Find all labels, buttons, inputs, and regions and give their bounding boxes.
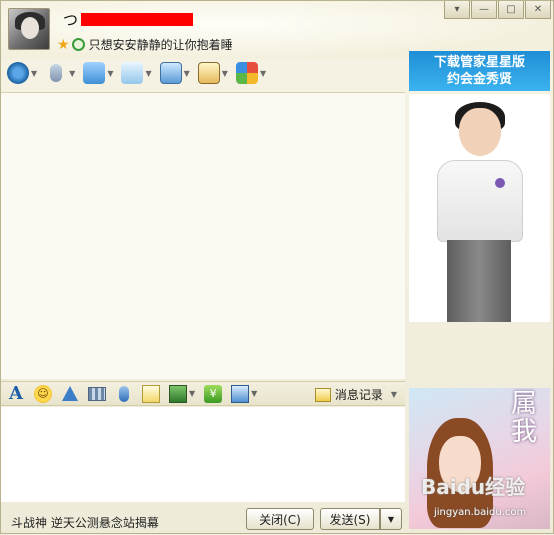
chevron-down-icon[interactable]: ▼ — [251, 389, 257, 398]
remote-assist-button[interactable]: ▼ — [159, 62, 190, 84]
close-window-button[interactable]: ✕ — [525, 1, 551, 19]
share-screen-icon — [197, 62, 220, 84]
input-toolbar: A ☺ ▼ ¥ ▼ 消息记录 ▼ — [1, 381, 405, 406]
screenshot-icon[interactable] — [231, 384, 250, 403]
close-button[interactable]: 关闭(C) — [246, 508, 314, 530]
scribble-icon[interactable] — [142, 384, 160, 403]
history-icon — [314, 387, 331, 402]
ad-line-1: 下载管家星星版 — [433, 55, 525, 70]
minimize-button[interactable]: — — [471, 1, 497, 19]
history-label: 消息记录 — [334, 388, 383, 402]
menu-dropdown-button[interactable]: ▾ — [444, 1, 470, 19]
top-ad-banner[interactable]: 下载管家星星版 约会金秀贤 — [409, 51, 550, 91]
font-icon[interactable]: A — [7, 383, 25, 404]
message-bubble-icon — [121, 62, 144, 84]
contact-nickname[interactable]: つ — [63, 9, 78, 30]
show-pants — [447, 240, 511, 322]
avatar-face — [21, 17, 39, 39]
folder-icon — [83, 62, 106, 84]
baidu-watermark-url: jingyan.baidu.com — [434, 507, 527, 518]
chevron-down-icon[interactable]: ▼ — [260, 69, 266, 78]
microphone-icon — [45, 62, 67, 84]
chevron-down-icon[interactable]: ▼ — [391, 390, 397, 399]
chevron-down-icon[interactable]: ▼ — [69, 69, 75, 78]
avatar[interactable] — [8, 8, 50, 50]
qq-show-image[interactable] — [409, 94, 550, 322]
chevron-down-icon[interactable]: ▼ — [107, 69, 113, 78]
gift-icon[interactable]: ¥ — [204, 384, 223, 403]
baidu-watermark: Baidu经验 — [421, 475, 526, 499]
chevron-down-icon[interactable]: ▼ — [145, 69, 151, 78]
chevron-down-icon[interactable]: ▼ — [31, 69, 37, 78]
chevron-down-icon[interactable]: ▼ — [189, 389, 195, 398]
emoji-icon[interactable]: ☺ — [34, 384, 52, 403]
nickname-redaction — [81, 13, 193, 26]
chevron-down-icon[interactable]: ▼ — [222, 69, 228, 78]
send-message-button[interactable]: ▼ — [121, 62, 152, 84]
message-history-button[interactable]: 消息记录 ▼ — [314, 382, 397, 407]
window-controls: ▾ — □ ✕ — [443, 1, 551, 19]
maximize-button[interactable]: □ — [498, 1, 524, 19]
message-input[interactable] — [1, 407, 405, 502]
status-swirl-icon[interactable] — [71, 38, 85, 51]
monitor-icon — [159, 62, 182, 84]
main-toolbar: ▼ ▼ ▼ ▼ ▼ ▼ ▼ — [7, 57, 274, 89]
message-display-area[interactable] — [1, 92, 405, 379]
show-shirt-logo — [495, 178, 505, 188]
apps-button[interactable]: ▼ — [235, 62, 266, 84]
apps-grid-icon — [235, 62, 258, 84]
signature-row: ★ 只想安安静静的让你抱着睡 — [57, 36, 233, 53]
chat-window: つ ★ 只想安安静静的让你抱着睡 ▾ — □ ✕ 下载管家星星版 约会金秀贤 ▼… — [0, 0, 554, 534]
voice-call-button[interactable]: ▼ — [45, 62, 75, 84]
magic-hat-icon[interactable] — [61, 385, 79, 403]
send-options-dropdown[interactable]: ▼ — [380, 508, 402, 530]
show-head — [459, 108, 501, 156]
image-icon[interactable] — [169, 384, 187, 403]
voice-message-icon[interactable] — [115, 385, 133, 403]
send-button[interactable]: 发送(S) — [320, 508, 380, 530]
ad-line-2: 约会金秀贤 — [446, 72, 512, 87]
status-ad-link[interactable]: 斗战神 逆天公测悬念站揭幕 — [11, 514, 159, 531]
show-shirt — [437, 160, 523, 242]
contact-signature: 只想安安静静的让你抱着睡 — [88, 38, 233, 52]
video-call-button[interactable]: ▼ — [7, 62, 37, 84]
promo-title: 属我 — [510, 389, 537, 447]
camera-icon — [7, 62, 29, 84]
video-clip-icon[interactable] — [88, 386, 106, 401]
chevron-down-icon[interactable]: ▼ — [184, 69, 190, 78]
share-screen-button[interactable]: ▼ — [197, 62, 228, 84]
star-icon[interactable]: ★ — [57, 38, 70, 52]
file-transfer-button[interactable]: ▼ — [83, 62, 113, 84]
